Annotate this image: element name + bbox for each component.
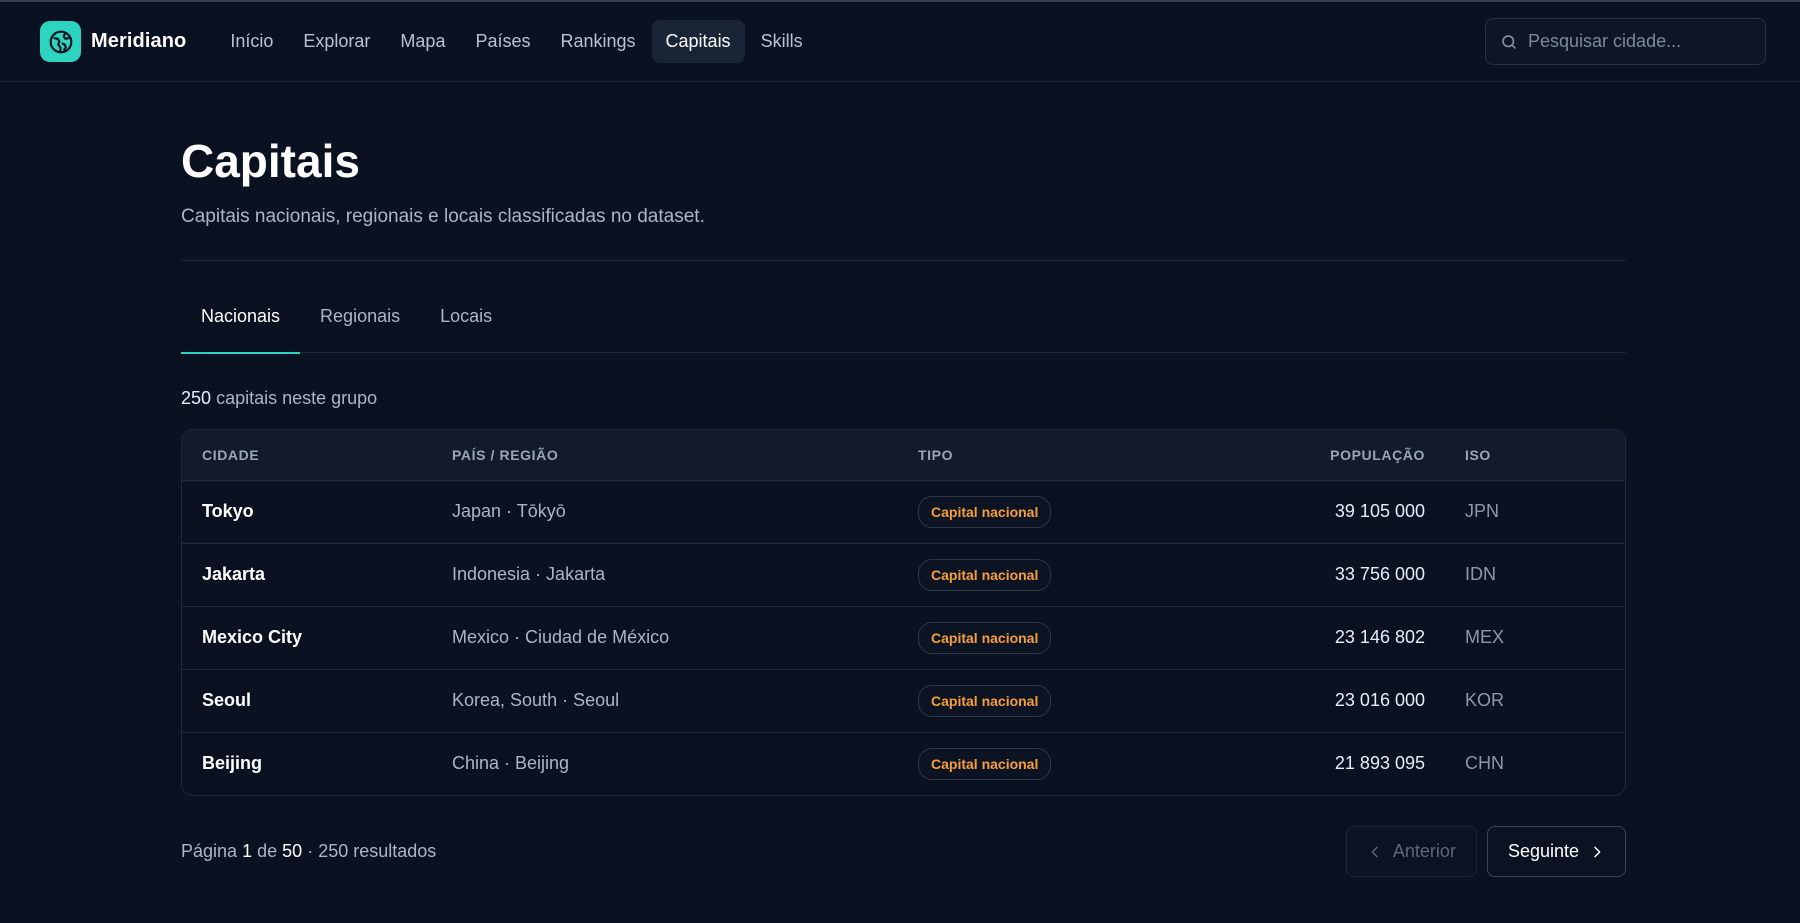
total-pages: 50 <box>282 841 303 861</box>
cell-population: 33 756 000 <box>1334 564 1425 584</box>
cell-region: China · Beijing <box>452 753 570 774</box>
next-page-button[interactable]: Seguinte <box>1486 826 1626 877</box>
nav-item-mapa[interactable]: Mapa <box>386 20 459 63</box>
cell-iso: IDN <box>1465 564 1496 584</box>
previous-label: Anterior <box>1392 841 1456 861</box>
result-count-number: 250 <box>181 388 212 408</box>
search-input[interactable] <box>1528 31 1748 52</box>
chevron-left-icon <box>1371 846 1378 857</box>
cell-population: 23 016 000 <box>1334 690 1425 710</box>
cell-type: Capital nacional <box>898 543 1208 606</box>
cell-type: Capital nacional <box>898 606 1208 669</box>
nav-item-paises[interactable]: Países <box>461 20 544 63</box>
cell-region: Japan · Tōkyō <box>452 501 566 521</box>
of-label: de <box>257 841 278 861</box>
result-count: 250 capitais neste grupo <box>181 388 1626 409</box>
cell-type: Capital nacional <box>898 669 1208 732</box>
capital-tabs: Nacionais Regionais Locais <box>181 301 1626 354</box>
chevron-right-icon <box>1594 846 1601 857</box>
type-badge: Capital nacional <box>918 558 1052 591</box>
nav-item-explorar[interactable]: Explorar <box>289 20 384 63</box>
cell-region: Mexico · Ciudad de México <box>452 627 670 647</box>
capitals-table: CIDADE PAÍS / REGIÃO TIPO POPULAÇÃO ISO … <box>181 429 1626 796</box>
nav-item-inicio[interactable]: Início <box>216 20 287 63</box>
page-label: Página <box>181 841 238 861</box>
column-header-city[interactable]: CIDADE <box>182 430 432 480</box>
type-badge: Capital nacional <box>918 684 1052 717</box>
cell-city: Beijing <box>202 753 263 774</box>
next-label: Seguinte <box>1507 841 1579 861</box>
cell-city: Tokyo <box>202 501 254 521</box>
table-row[interactable]: Mexico City Mexico · Ciudad de México Ca… <box>182 606 1625 669</box>
current-page: 1 <box>242 841 253 861</box>
cell-iso: KOR <box>1465 690 1505 710</box>
globe-icon <box>40 21 81 62</box>
nav-item-capitais[interactable]: Capitais <box>651 20 745 63</box>
results-count: · 250 resultados <box>307 841 437 861</box>
cell-type: Capital nacional <box>898 480 1208 543</box>
pagination-bar: Página 1 de 50 · 250 resultados Anterior… <box>181 826 1626 877</box>
brand-name: Meridiano <box>91 30 187 52</box>
type-badge: Capital nacional <box>918 495 1052 528</box>
column-header-region[interactable]: PAÍS / REGIÃO <box>432 430 898 480</box>
cell-iso: JPN <box>1465 501 1500 521</box>
cell-population: 23 146 802 <box>1334 627 1425 647</box>
previous-page-button[interactable]: Anterior <box>1345 826 1477 877</box>
cell-city: Jakarta <box>202 564 266 584</box>
column-header-type[interactable]: TIPO <box>898 430 1208 480</box>
cell-iso: CHN <box>1465 753 1504 774</box>
cell-type: Capital nacional <box>898 732 1208 795</box>
main-content: Capitais Capitais nacionais, regionais e… <box>181 82 1626 877</box>
table-row[interactable]: Tokyo Japan · Tōkyō Capital nacional 39 … <box>182 480 1625 543</box>
tab-locais[interactable]: Locais <box>420 301 512 353</box>
pager: Anterior Seguinte <box>1345 826 1626 877</box>
page-subtitle: Capitais nacionais, regionais e locais c… <box>181 206 705 227</box>
nav-item-rankings[interactable]: Rankings <box>546 20 649 63</box>
table-row[interactable]: Jakarta Indonesia · Jakarta Capital naci… <box>182 543 1625 606</box>
cell-city: Mexico City <box>202 627 303 647</box>
cell-city: Seoul <box>202 690 252 710</box>
cell-region: Indonesia · Jakarta <box>452 564 606 584</box>
page-title: Capitais <box>181 135 360 187</box>
cell-population: 39 105 000 <box>1334 501 1425 521</box>
top-navigation-bar: Meridiano Início Explorar Mapa Países Ra… <box>0 2 1800 82</box>
search-icon <box>1502 34 1516 49</box>
divider <box>181 260 1626 261</box>
type-badge: Capital nacional <box>918 621 1052 654</box>
table-header-row: CIDADE PAÍS / REGIÃO TIPO POPULAÇÃO ISO <box>182 430 1625 480</box>
column-header-iso[interactable]: ISO <box>1445 430 1625 480</box>
tab-regionais[interactable]: Regionais <box>300 301 420 353</box>
tab-nacionais[interactable]: Nacionais <box>181 301 301 354</box>
cell-iso: MEX <box>1465 627 1505 647</box>
type-badge: Capital nacional <box>918 747 1052 780</box>
cell-region: Korea, South · Seoul <box>452 690 620 710</box>
column-header-population[interactable]: POPULAÇÃO <box>1208 430 1445 480</box>
search-box[interactable] <box>1485 18 1766 65</box>
table-row[interactable]: Seoul Korea, South · Seoul Capital nacio… <box>182 669 1625 732</box>
page-info: Página 1 de 50 · 250 resultados <box>181 841 436 862</box>
nav-item-skills[interactable]: Skills <box>747 20 817 63</box>
result-count-suffix: capitais neste grupo <box>216 388 378 408</box>
cell-population: 21 893 095 <box>1334 753 1425 774</box>
main-nav: Início Explorar Mapa Países Rankings Cap… <box>216 20 816 63</box>
table-row[interactable]: Beijing China · Beijing Capital nacional… <box>182 732 1625 795</box>
brand[interactable]: Meridiano <box>40 21 186 62</box>
